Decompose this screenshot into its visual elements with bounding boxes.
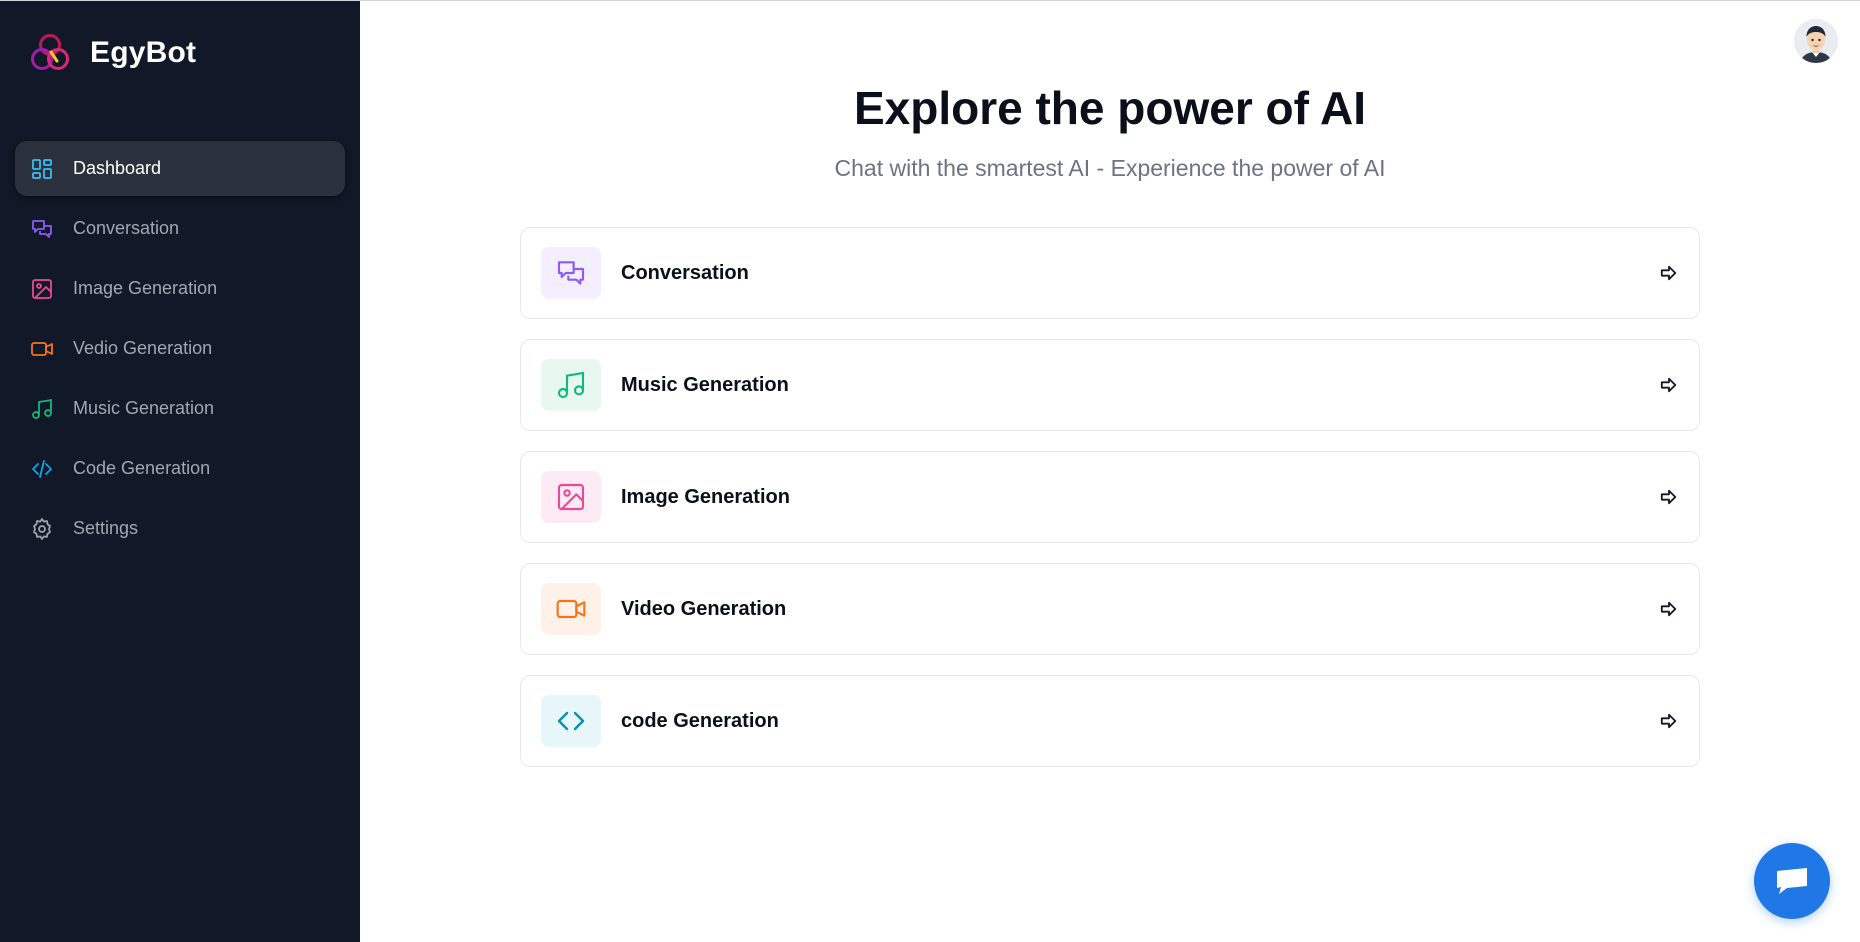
arrow-right-icon — [1659, 375, 1679, 395]
card-label: Video Generation — [621, 597, 787, 620]
egybot-logo-icon — [31, 34, 69, 70]
music-icon — [29, 396, 55, 422]
feature-card-music-generation[interactable]: Music Generation — [520, 339, 1700, 431]
chat-widget-button[interactable] — [1754, 843, 1830, 919]
sidebar-item-music-generation[interactable]: Music Generation — [15, 381, 345, 436]
sidebar-item-conversation[interactable]: Conversation — [15, 201, 345, 256]
sidebar: EgyBot Dashboard Conversation Image Gene… — [0, 1, 360, 942]
video-icon — [29, 336, 55, 362]
image-icon — [29, 276, 55, 302]
page-subtitle: Chat with the smartest AI - Experience t… — [834, 155, 1386, 181]
brand[interactable]: EgyBot — [28, 31, 196, 75]
sidebar-item-image-generation[interactable]: Image Generation — [15, 261, 345, 316]
video-icon — [556, 599, 586, 619]
feature-card-list: Conversation Music Generation Image Gene… — [520, 227, 1700, 787]
card-icon-wrapper — [541, 695, 601, 747]
card-label: Music Generation — [621, 373, 789, 396]
arrow-right-icon — [1659, 599, 1679, 619]
page-title: Explore the power of AI — [853, 82, 1367, 134]
chat-icon — [29, 216, 55, 242]
sidebar-item-label: Vedio Generation — [73, 338, 213, 358]
sidebar-item-label: Image Generation — [73, 278, 218, 298]
feature-card-image-generation[interactable]: Image Generation — [520, 451, 1700, 543]
feature-card-video-generation[interactable]: Video Generation — [520, 563, 1700, 655]
code-icon — [29, 456, 55, 482]
arrow-right-icon — [1659, 487, 1679, 507]
image-icon — [557, 483, 585, 511]
card-label: Image Generation — [621, 485, 790, 508]
sidebar-item-dashboard[interactable]: Dashboard — [15, 141, 345, 196]
card-icon-wrapper — [541, 247, 601, 299]
sidebar-item-settings[interactable]: Settings — [15, 501, 345, 556]
card-icon-wrapper — [541, 583, 601, 635]
chat-bubble-icon — [1777, 868, 1807, 894]
dashboard-icon — [29, 156, 55, 182]
main-content: Explore the power of AI Chat with the sm… — [360, 1, 1860, 942]
sidebar-item-video-generation[interactable]: Vedio Generation — [15, 321, 345, 376]
sidebar-item-label: Music Generation — [73, 398, 215, 418]
chat-icon — [557, 261, 585, 285]
sidebar-item-label: Conversation — [73, 218, 180, 238]
gear-icon — [29, 516, 55, 542]
card-label: code Generation — [621, 709, 779, 732]
feature-card-code-generation[interactable]: code Generation — [520, 675, 1700, 767]
arrow-right-icon — [1659, 263, 1679, 283]
sidebar-item-label: Dashboard — [73, 158, 162, 178]
sidebar-item-code-generation[interactable]: Code Generation — [15, 441, 345, 496]
user-avatar[interactable] — [1794, 19, 1838, 63]
music-icon — [557, 371, 585, 399]
sidebar-item-label: Settings — [73, 518, 139, 538]
code-icon — [557, 711, 585, 731]
card-icon-wrapper — [541, 359, 601, 411]
arrow-right-icon — [1659, 711, 1679, 731]
sidebar-nav: Dashboard Conversation Image Generation — [15, 141, 345, 561]
brand-name: EgyBot — [90, 36, 197, 69]
feature-card-conversation[interactable]: Conversation — [520, 227, 1700, 319]
card-label: Conversation — [621, 261, 749, 284]
card-icon-wrapper — [541, 471, 601, 523]
avatar-icon — [1794, 19, 1838, 63]
sidebar-item-label: Code Generation — [73, 458, 211, 478]
